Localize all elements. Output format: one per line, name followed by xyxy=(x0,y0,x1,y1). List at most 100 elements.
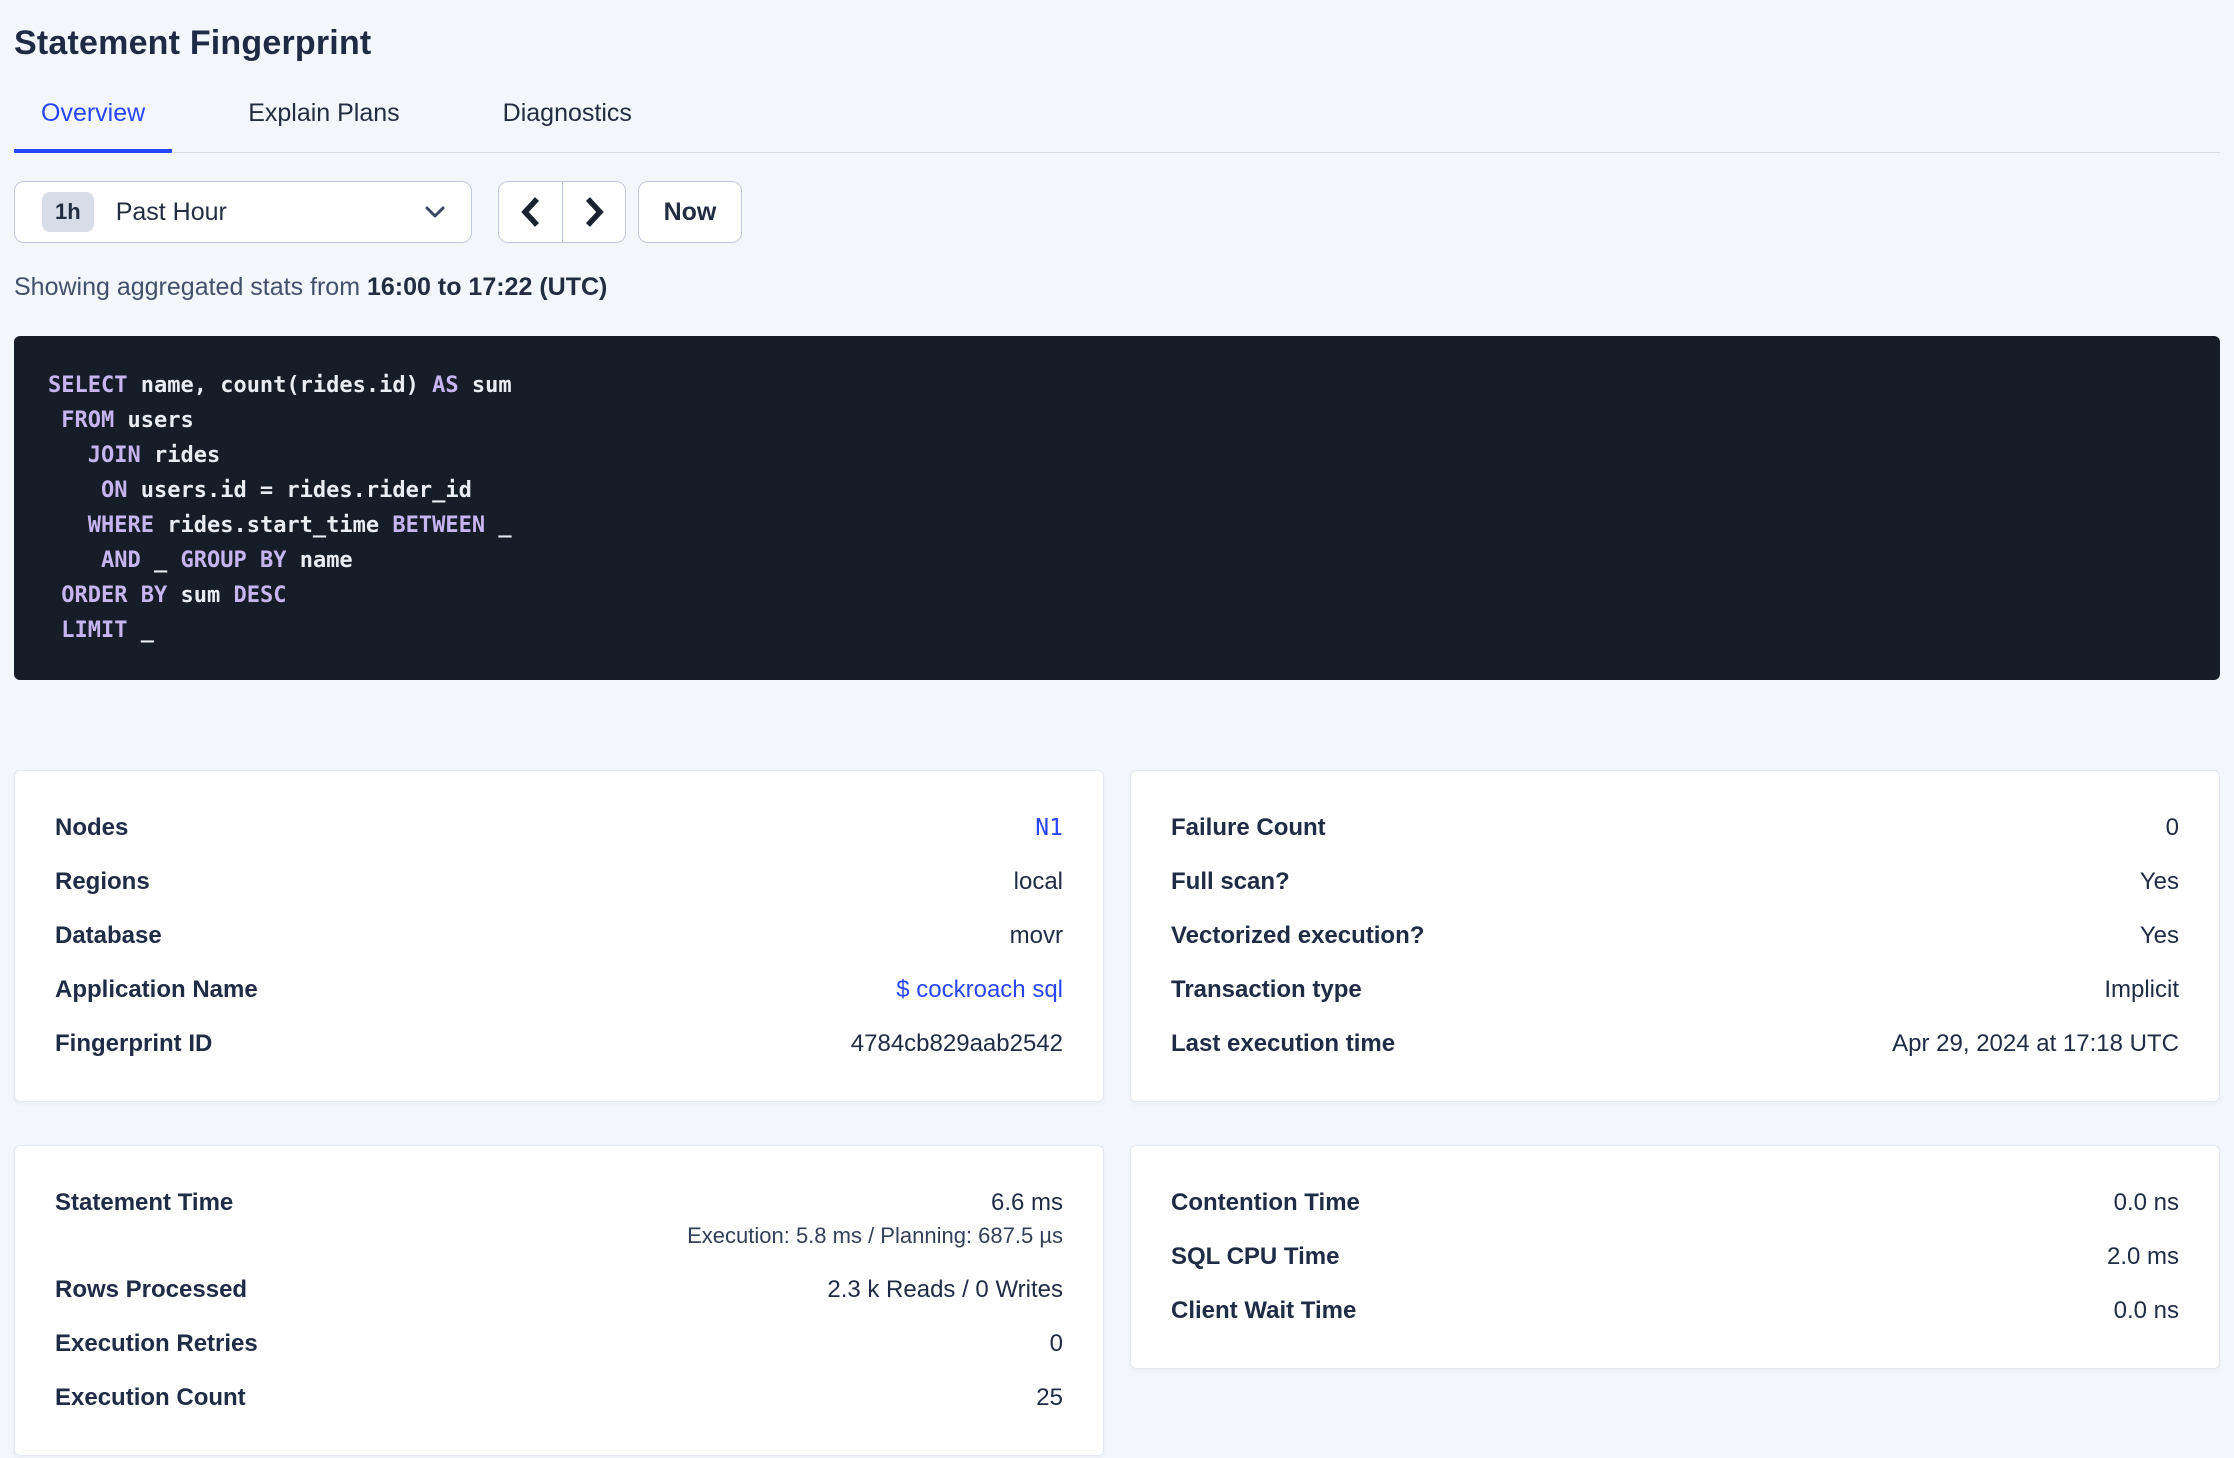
summary-row: Client Wait Time 0.0 ns xyxy=(1171,1284,2179,1338)
summary-row: Execution Count 25 xyxy=(55,1371,1063,1425)
sql-keyword: DESC xyxy=(233,583,287,608)
sql-text: sum xyxy=(458,373,512,398)
summary-row: Failure Count 0 xyxy=(1171,801,2179,855)
sql-keyword: AS xyxy=(432,373,459,398)
execution-attributes-card: Failure Count 0 Full scan? Yes Vectorized ex… xyxy=(1130,770,2220,1102)
sql-line: LIMIT _ xyxy=(48,613,2186,648)
sql-line: SELECT name, count(rides.id) AS sum xyxy=(48,368,2186,403)
row-label: Transaction type xyxy=(1171,976,1362,1003)
row-value-wrap: 6.6 ms Execution: 5.8 ms / Planning: 687.… xyxy=(687,1189,1063,1249)
time-interval-dropdown[interactable]: 1h Past Hour xyxy=(14,181,472,243)
sql-text: _ xyxy=(140,548,181,573)
sql-keyword: GROUP BY xyxy=(180,548,287,573)
summary-row: Transaction type Implicit xyxy=(1171,963,2179,1017)
row-value-wrap: N1 xyxy=(1035,815,1063,841)
sql-keyword: BETWEEN xyxy=(392,513,486,538)
sql-text: users xyxy=(114,408,194,433)
row-value: movr xyxy=(1009,922,1063,949)
row-label: Client Wait Time xyxy=(1171,1297,1357,1324)
row-value: 0.0 ns xyxy=(2113,1297,2179,1324)
row-value-wrap: 2.0 ms xyxy=(2107,1243,2179,1271)
row-value: 0 xyxy=(2165,814,2179,841)
sql-text: sum xyxy=(167,583,234,608)
row-label: Application Name xyxy=(55,976,258,1003)
sql-text: name, count(rides.id) xyxy=(127,373,433,398)
sql-text: users.id = rides.rider_id xyxy=(127,478,472,503)
row-label: Execution Count xyxy=(55,1384,246,1411)
chevron-left-icon xyxy=(520,197,539,227)
sql-keyword: ON xyxy=(100,478,128,503)
row-value: local xyxy=(1013,868,1063,895)
summary-row: Last execution time Apr 29, 2024 at 17:18… xyxy=(1171,1017,2179,1071)
aggregated-stats-line: Showing aggregated stats from 16:00 to 1… xyxy=(14,273,2220,302)
sql-keyword: ORDER BY xyxy=(61,583,168,608)
sql-keyword: LIMIT xyxy=(61,618,128,643)
row-value: 0 xyxy=(1049,1330,1063,1357)
row-label: Rows Processed xyxy=(55,1276,248,1303)
summary-row: Database movr xyxy=(55,909,1063,963)
row-value: 2.3 k Reads / 0 Writes xyxy=(827,1276,1063,1303)
prev-interval-button[interactable] xyxy=(499,182,562,242)
sql-text: _ xyxy=(485,513,512,538)
statement-fingerprint-page: Statement Fingerprint Overview Explain P… xyxy=(0,0,2234,1458)
row-value-link[interactable]: N1 xyxy=(1035,815,1063,841)
statement-details-card: Nodes N1 Regions local Database movr Applicati… xyxy=(14,770,1104,1102)
interval-badge: 1h xyxy=(42,192,94,232)
row-value: 0.0 ns xyxy=(2113,1189,2179,1216)
sql-line: ORDER BY sum DESC xyxy=(48,578,2186,613)
row-label: Failure Count xyxy=(1171,814,1326,841)
row-label: Execution Retries xyxy=(55,1330,258,1357)
now-button[interactable]: Now xyxy=(638,181,742,243)
row-value: Apr 29, 2024 at 17:18 UTC xyxy=(1892,1030,2179,1057)
row-value: 25 xyxy=(1036,1384,1063,1411)
row-value-wrap: 0 xyxy=(2166,814,2179,842)
row-value-wrap: 25 xyxy=(1036,1384,1063,1412)
row-value-wrap: 4784cb829aab2542 xyxy=(851,1030,1063,1058)
row-value: Yes xyxy=(2139,922,2179,949)
row-value-wrap: 0.0 ns xyxy=(2114,1297,2179,1325)
sql-keyword: WHERE xyxy=(87,513,154,538)
tab-diagnostics[interactable]: Diagnostics xyxy=(476,99,659,153)
row-label: Nodes xyxy=(55,814,129,841)
row-value: Yes xyxy=(2139,868,2179,895)
row-value-wrap: Apr 29, 2024 at 17:18 UTC xyxy=(1892,1030,2179,1058)
sql-keyword: SELECT xyxy=(48,373,128,398)
row-label: Fingerprint ID xyxy=(55,1030,213,1057)
summary-row: Contention Time 0.0 ns xyxy=(1171,1176,2179,1230)
row-label: Statement Time xyxy=(55,1189,234,1216)
row-label: SQL CPU Time xyxy=(1171,1243,1340,1270)
row-label: Database xyxy=(55,922,162,949)
interval-label: Past Hour xyxy=(115,197,227,226)
sql-keyword: FROM xyxy=(61,408,115,433)
summary-row: Full scan? Yes xyxy=(1171,855,2179,909)
row-label: Vectorized execution? xyxy=(1171,922,1425,949)
tab-overview-label: Overview xyxy=(41,99,146,127)
row-label: Contention Time xyxy=(1171,1189,1360,1216)
row-label: Last execution time xyxy=(1171,1030,1396,1057)
sql-line: ON users.id = rides.rider_id xyxy=(48,473,2186,508)
sql-text: _ xyxy=(127,618,154,643)
summary-row: Statement Time 6.6 ms Execution: 5.8 ms / … xyxy=(55,1176,1063,1263)
sql-line: FROM users xyxy=(48,403,2186,438)
tab-explain-plans[interactable]: Explain Plans xyxy=(221,99,426,153)
summary-cards: Nodes N1 Regions local Database movr Applicati… xyxy=(14,770,2220,1456)
row-value-link[interactable]: $ cockroach sql xyxy=(896,976,1063,1004)
summary-row: Rows Processed 2.3 k Reads / 0 Writes xyxy=(55,1263,1063,1317)
interval-nav-group xyxy=(498,181,626,243)
summary-row: Nodes N1 xyxy=(55,801,1063,855)
tab-diagnostics-label: Diagnostics xyxy=(502,99,632,127)
sql-text: rides xyxy=(140,443,221,468)
row-value: 4784cb829aab2542 xyxy=(850,1030,1063,1057)
time-toolbar: 1h Past Hour Now xyxy=(14,181,2220,243)
summary-row: Fingerprint ID 4784cb829aab2542 xyxy=(55,1017,1063,1071)
sql-line: AND _ GROUP BY name xyxy=(48,543,2186,578)
tab-overview[interactable]: Overview xyxy=(14,99,173,153)
next-interval-button[interactable] xyxy=(562,182,625,242)
wait-times-card: Contention Time 0.0 ns SQL CPU Time 2.0 ms C… xyxy=(1130,1145,2220,1369)
sql-line: JOIN rides xyxy=(48,438,2186,473)
